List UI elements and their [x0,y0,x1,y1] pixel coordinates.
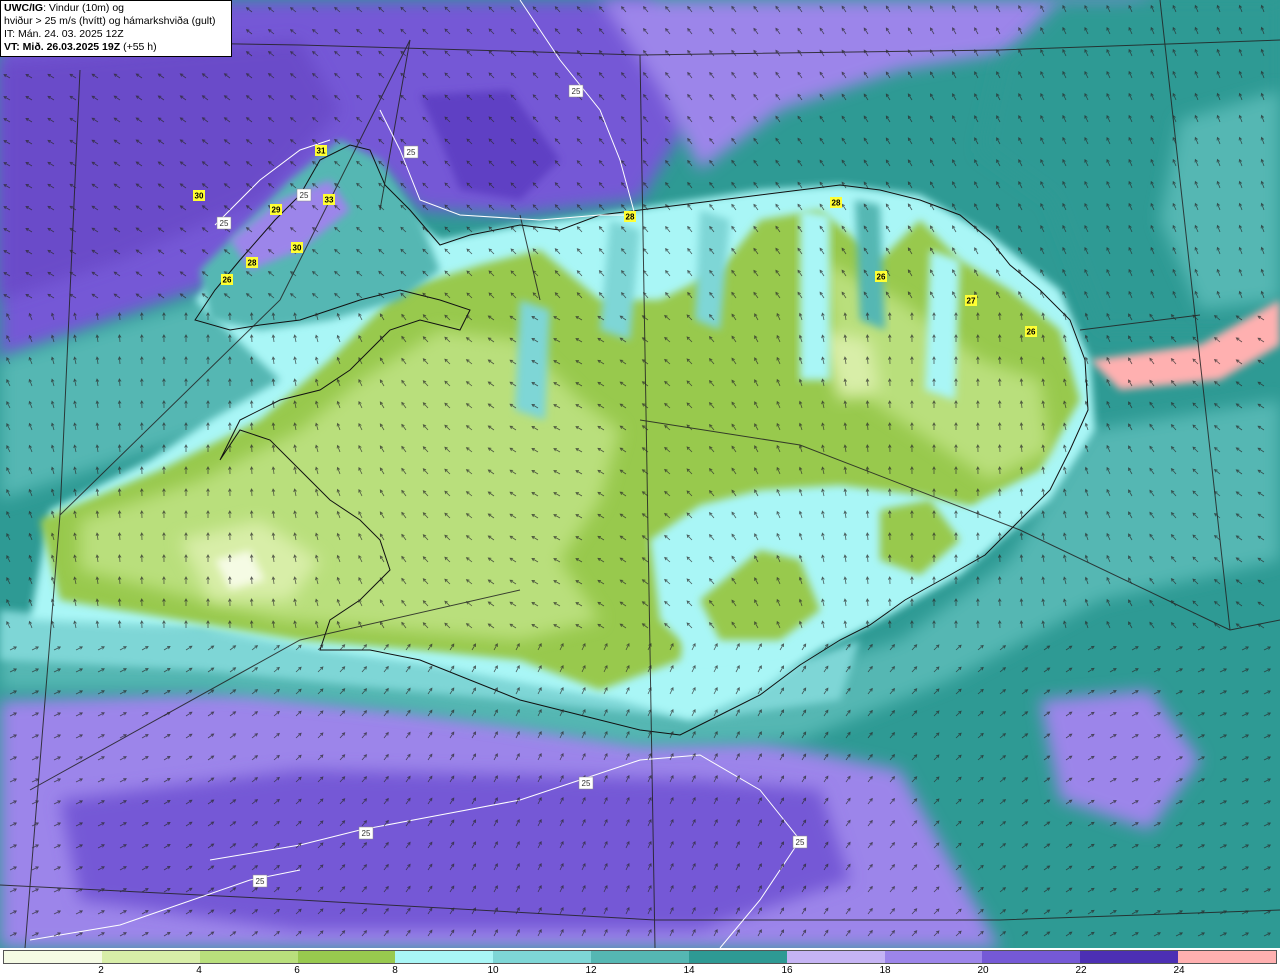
legend-swatch [199,951,298,963]
max-gust-label: 26 [223,276,232,285]
info-line-4: VT: Mið. 26.03.2025 19Z (+55 h) [4,41,228,54]
fjord-streak-3 [800,210,830,380]
legend-swatch [884,951,983,963]
legend-tick-label: 2 [98,965,104,976]
max-gust-label: 28 [248,259,257,268]
contour-label: 25 [220,219,229,228]
legend-swatch [101,951,200,963]
max-gust-label: 33 [325,196,334,205]
legend-tick-label: 22 [1075,965,1087,976]
legend-tick-label: 16 [781,965,793,976]
legend-swatch [1080,951,1179,963]
info-line-3: IT: Mán. 24. 03. 2025 12Z [4,28,124,40]
color-legend: 2 4 6 8 10 12 14 16 18 20 22 24 [0,948,1280,978]
legend-tick-label: 8 [392,965,398,976]
map-info-box: UWC/IG: Vindur (10m) og hviður > 25 m/s … [0,0,232,57]
legend-swatch [297,951,396,963]
info-title-rest: : Vindur (10m) og [43,2,125,14]
legend-swatch [591,951,689,963]
contour-label: 25 [407,148,416,157]
south-purple-core [60,770,850,930]
max-gust-label: 26 [877,273,886,282]
contour-label: 25 [256,877,265,886]
legend-swatch [493,951,592,963]
legend-swatch [395,951,494,963]
legend-color-bar [3,950,1277,964]
info-valid-time: VT: Mið. 26.03.2025 19Z [4,41,121,53]
max-gust-label: 30 [293,244,302,253]
legend-tick-label: 6 [294,965,300,976]
info-lead-time: (+55 h) [120,41,157,53]
legend-tick-label: 4 [196,965,202,976]
legend-swatch [982,951,1081,963]
contour-label: 25 [572,87,581,96]
legend-swatch [4,951,102,963]
contour-label: 25 [796,838,805,847]
legend-swatch [688,951,787,963]
max-gust-label: 27 [967,297,976,306]
max-gust-label: 29 [272,206,281,215]
legend-tick-label: 24 [1173,965,1185,976]
info-title-bold: UWC/IG [4,2,44,14]
contour-label: 25 [582,779,591,788]
legend-swatch [1178,951,1276,963]
max-gust-label: 30 [195,192,204,201]
info-line-2: hviður > 25 m/s (hvítt) og hámarkshviða … [4,15,216,27]
max-gust-label: 28 [626,213,635,222]
max-gust-label: 31 [317,147,326,156]
legend-tick-label: 14 [683,965,695,976]
legend-swatch [786,951,885,963]
contour-label: 25 [362,829,371,838]
legend-tick-label: 12 [585,965,597,976]
legend-tick-label: 18 [879,965,891,976]
legend-tick-label: 20 [977,965,989,976]
max-gust-label: 26 [1027,328,1036,337]
info-line-1: UWC/IG: Vindur (10m) og [4,2,228,15]
max-gust-label: 28 [832,199,841,208]
contour-label: 25 [300,191,309,200]
legend-tick-label: 10 [487,965,499,976]
wind-map: 25 25 25 25 25 25 25 25 31 30 33 29 30 28 26 28 28 26 27 2… [0,0,1280,948]
